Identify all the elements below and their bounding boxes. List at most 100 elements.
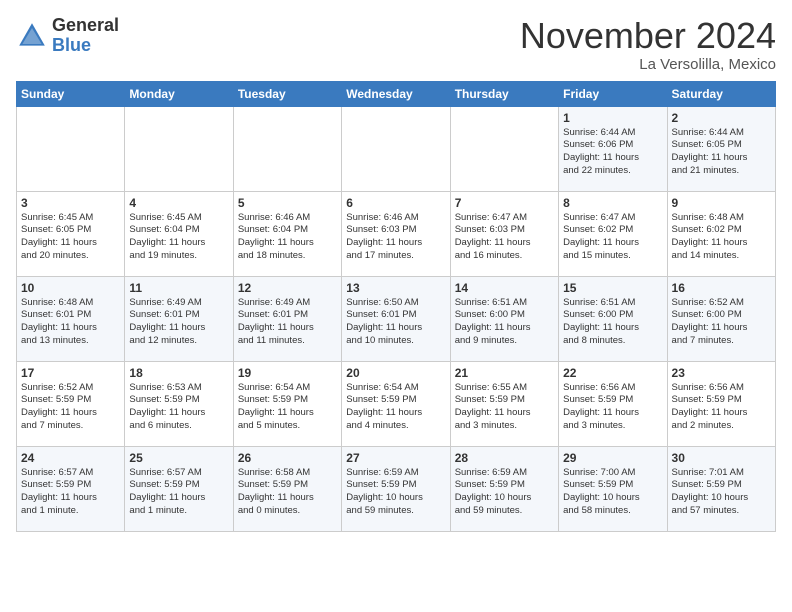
weekday-header-tuesday: Tuesday xyxy=(233,81,341,106)
day-number: 1 xyxy=(563,111,662,125)
logo-icon xyxy=(16,20,48,52)
day-number: 2 xyxy=(672,111,771,125)
calendar-cell: 10 Sunrise: 6:48 AMSunset: 6:01 PMDayligh… xyxy=(17,276,125,361)
weekday-header-sunday: Sunday xyxy=(17,81,125,106)
calendar-cell xyxy=(450,106,558,191)
day-info: Sunrise: 6:54 AMSunset: 5:59 PMDaylight:… xyxy=(238,382,337,433)
calendar-cell: 28 Sunrise: 6:59 AMSunset: 5:59 PMDayligh… xyxy=(450,446,558,531)
calendar-cell: 25 Sunrise: 6:57 AMSunset: 5:59 PMDayligh… xyxy=(125,446,233,531)
calendar-cell: 24 Sunrise: 6:57 AMSunset: 5:59 PMDayligh… xyxy=(17,446,125,531)
day-info: Sunrise: 6:56 AMSunset: 5:59 PMDaylight:… xyxy=(563,382,662,433)
day-info: Sunrise: 6:58 AMSunset: 5:59 PMDaylight:… xyxy=(238,467,337,518)
calendar-cell: 26Sunrise: 6:58 AMSunset: 5:59 PMDayligh… xyxy=(233,446,341,531)
day-number: 11 xyxy=(129,281,228,295)
day-number: 19 xyxy=(238,366,337,380)
day-number: 15 xyxy=(563,281,662,295)
calendar-cell: 4 Sunrise: 6:45 AMSunset: 6:04 PMDaylight… xyxy=(125,191,233,276)
day-number: 18 xyxy=(129,366,228,380)
day-info: Sunrise: 6:52 AMSunset: 5:59 PMDaylight:… xyxy=(21,382,120,433)
day-info: Sunrise: 6:45 AMSunset: 6:04 PMDaylight:… xyxy=(129,212,228,263)
logo: General Blue xyxy=(16,16,119,56)
calendar-week-row: 10 Sunrise: 6:48 AMSunset: 6:01 PMDayligh… xyxy=(17,276,776,361)
day-number: 4 xyxy=(129,196,228,210)
calendar-cell: 16 Sunrise: 6:52 AMSunset: 6:00 PMDayligh… xyxy=(667,276,775,361)
calendar-cell: 12 Sunrise: 6:49 AMSunset: 6:01 PMDayligh… xyxy=(233,276,341,361)
day-info: Sunrise: 6:56 AMSunset: 5:59 PMDaylight:… xyxy=(672,382,771,433)
day-number: 17 xyxy=(21,366,120,380)
day-number: 16 xyxy=(672,281,771,295)
title-block: November 2024 La Versolilla, Mexico xyxy=(520,16,776,73)
day-number: 23 xyxy=(672,366,771,380)
day-number: 24 xyxy=(21,451,120,465)
weekday-header-friday: Friday xyxy=(559,81,667,106)
day-info: Sunrise: 6:48 AMSunset: 6:01 PMDaylight:… xyxy=(21,297,120,348)
calendar-cell xyxy=(342,106,450,191)
calendar-cell: 22Sunrise: 6:56 AMSunset: 5:59 PMDayligh… xyxy=(559,361,667,446)
calendar-cell: 6 Sunrise: 6:46 AMSunset: 6:03 PMDaylight… xyxy=(342,191,450,276)
logo-blue-text: Blue xyxy=(52,36,119,56)
weekday-header-thursday: Thursday xyxy=(450,81,558,106)
calendar-table: SundayMondayTuesdayWednesdayThursdayFrid… xyxy=(16,81,776,532)
day-info: Sunrise: 6:50 AMSunset: 6:01 PMDaylight:… xyxy=(346,297,445,348)
day-number: 20 xyxy=(346,366,445,380)
day-info: Sunrise: 6:59 AMSunset: 5:59 PMDaylight:… xyxy=(455,467,554,518)
calendar-cell: 20 Sunrise: 6:54 AMSunset: 5:59 PMDayligh… xyxy=(342,361,450,446)
day-number: 10 xyxy=(21,281,120,295)
day-info: Sunrise: 6:51 AMSunset: 6:00 PMDaylight:… xyxy=(455,297,554,348)
day-info: Sunrise: 6:51 AMSunset: 6:00 PMDaylight:… xyxy=(563,297,662,348)
calendar-cell: 17 Sunrise: 6:52 AMSunset: 5:59 PMDayligh… xyxy=(17,361,125,446)
page-header: General Blue November 2024 La Versolilla… xyxy=(16,16,776,73)
day-info: Sunrise: 6:57 AMSunset: 5:59 PMDaylight:… xyxy=(21,467,120,518)
calendar-cell: 8 Sunrise: 6:47 AMSunset: 6:02 PMDaylight… xyxy=(559,191,667,276)
logo-general-text: General xyxy=(52,16,119,36)
day-info: Sunrise: 6:57 AMSunset: 5:59 PMDaylight:… xyxy=(129,467,228,518)
calendar-cell: 2 Sunrise: 6:44 AMSunset: 6:05 PMDaylight… xyxy=(667,106,775,191)
calendar-cell: 29Sunrise: 7:00 AMSunset: 5:59 PMDayligh… xyxy=(559,446,667,531)
day-info: Sunrise: 6:49 AMSunset: 6:01 PMDaylight:… xyxy=(238,297,337,348)
calendar-cell: 5Sunrise: 6:46 AMSunset: 6:04 PMDaylight… xyxy=(233,191,341,276)
calendar-week-row: 3 Sunrise: 6:45 AMSunset: 6:05 PMDaylight… xyxy=(17,191,776,276)
day-number: 6 xyxy=(346,196,445,210)
day-number: 3 xyxy=(21,196,120,210)
day-number: 21 xyxy=(455,366,554,380)
calendar-cell: 15 Sunrise: 6:51 AMSunset: 6:00 PMDayligh… xyxy=(559,276,667,361)
day-info: Sunrise: 6:44 AMSunset: 6:06 PMDaylight:… xyxy=(563,127,662,178)
day-info: Sunrise: 7:01 AMSunset: 5:59 PMDaylight:… xyxy=(672,467,771,518)
calendar-cell: 7 Sunrise: 6:47 AMSunset: 6:03 PMDaylight… xyxy=(450,191,558,276)
month-title: November 2024 xyxy=(520,16,776,56)
day-number: 13 xyxy=(346,281,445,295)
day-number: 12 xyxy=(238,281,337,295)
day-info: Sunrise: 6:44 AMSunset: 6:05 PMDaylight:… xyxy=(672,127,771,178)
calendar-cell: 27 Sunrise: 6:59 AMSunset: 5:59 PMDayligh… xyxy=(342,446,450,531)
calendar-cell: 30 Sunrise: 7:01 AMSunset: 5:59 PMDayligh… xyxy=(667,446,775,531)
calendar-cell xyxy=(125,106,233,191)
day-info: Sunrise: 7:00 AMSunset: 5:59 PMDaylight:… xyxy=(563,467,662,518)
day-number: 7 xyxy=(455,196,554,210)
day-number: 30 xyxy=(672,451,771,465)
calendar-cell: 11Sunrise: 6:49 AMSunset: 6:01 PMDayligh… xyxy=(125,276,233,361)
day-info: Sunrise: 6:54 AMSunset: 5:59 PMDaylight:… xyxy=(346,382,445,433)
day-number: 8 xyxy=(563,196,662,210)
calendar-cell: 19 Sunrise: 6:54 AMSunset: 5:59 PMDayligh… xyxy=(233,361,341,446)
day-info: Sunrise: 6:46 AMSunset: 6:03 PMDaylight:… xyxy=(346,212,445,263)
day-info: Sunrise: 6:47 AMSunset: 6:02 PMDaylight:… xyxy=(563,212,662,263)
day-info: Sunrise: 6:47 AMSunset: 6:03 PMDaylight:… xyxy=(455,212,554,263)
weekday-header-row: SundayMondayTuesdayWednesdayThursdayFrid… xyxy=(17,81,776,106)
day-info: Sunrise: 6:55 AMSunset: 5:59 PMDaylight:… xyxy=(455,382,554,433)
calendar-cell: 14 Sunrise: 6:51 AMSunset: 6:00 PMDayligh… xyxy=(450,276,558,361)
day-number: 28 xyxy=(455,451,554,465)
day-info: Sunrise: 6:48 AMSunset: 6:02 PMDaylight:… xyxy=(672,212,771,263)
day-number: 14 xyxy=(455,281,554,295)
weekday-header-wednesday: Wednesday xyxy=(342,81,450,106)
day-number: 9 xyxy=(672,196,771,210)
day-number: 27 xyxy=(346,451,445,465)
calendar-cell: 13 Sunrise: 6:50 AMSunset: 6:01 PMDayligh… xyxy=(342,276,450,361)
day-number: 25 xyxy=(129,451,228,465)
calendar-cell: 3 Sunrise: 6:45 AMSunset: 6:05 PMDaylight… xyxy=(17,191,125,276)
day-info: Sunrise: 6:45 AMSunset: 6:05 PMDaylight:… xyxy=(21,212,120,263)
weekday-header-saturday: Saturday xyxy=(667,81,775,106)
day-info: Sunrise: 6:53 AMSunset: 5:59 PMDaylight:… xyxy=(129,382,228,433)
day-info: Sunrise: 6:59 AMSunset: 5:59 PMDaylight:… xyxy=(346,467,445,518)
calendar-week-row: 1 Sunrise: 6:44 AMSunset: 6:06 PMDaylight… xyxy=(17,106,776,191)
day-info: Sunrise: 6:52 AMSunset: 6:00 PMDaylight:… xyxy=(672,297,771,348)
